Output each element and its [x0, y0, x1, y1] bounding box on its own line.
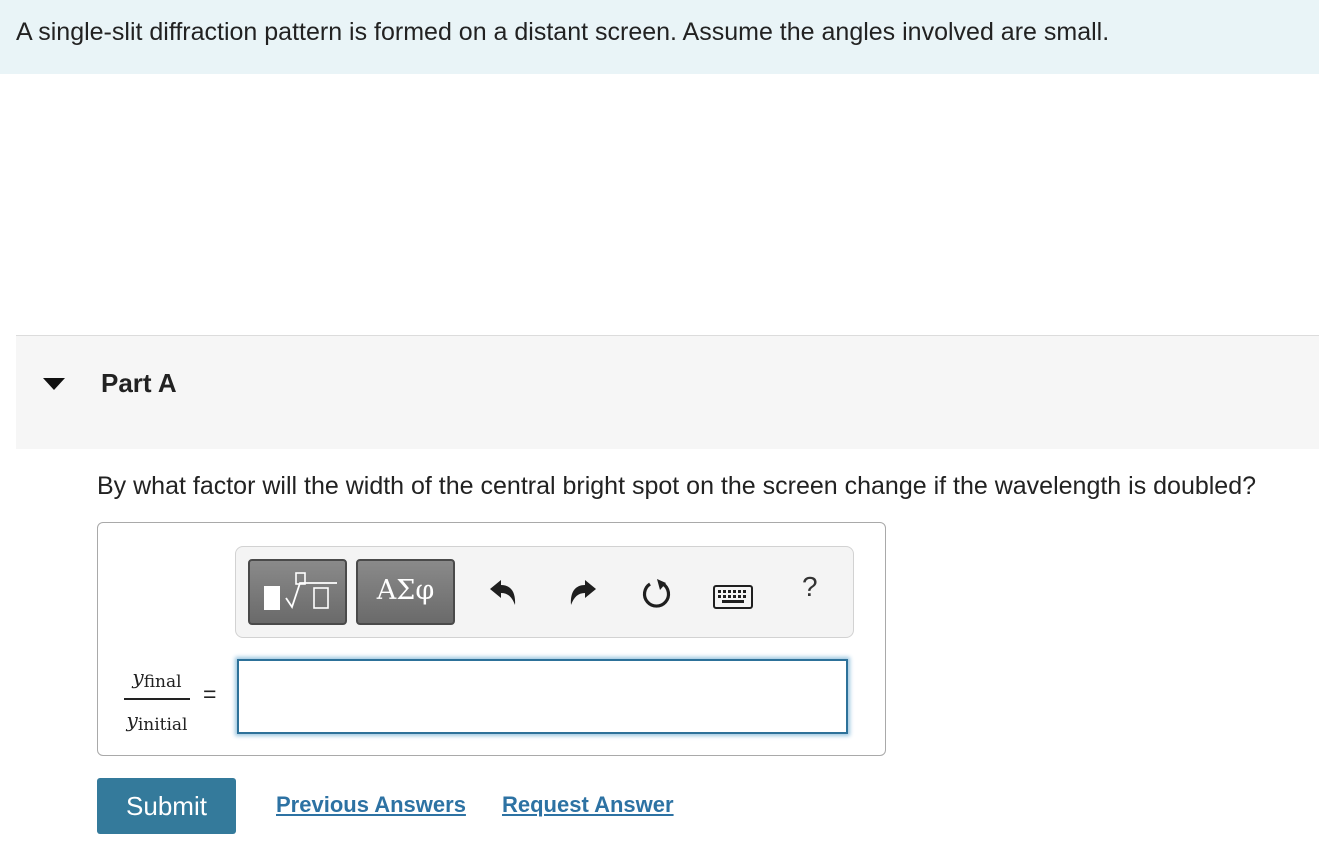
greek-letters-icon: ΑΣφ	[376, 575, 435, 606]
problem-statement: A single-slit diffraction pattern is for…	[16, 18, 1110, 46]
templates-button[interactable]	[248, 559, 347, 625]
fraction-numerator: yfinal	[132, 665, 182, 692]
request-answer-link[interactable]: Request Answer	[502, 792, 674, 818]
submit-button[interactable]: Submit	[97, 778, 236, 834]
equals-sign: =	[203, 681, 217, 707]
help-icon[interactable]: ?	[802, 571, 818, 603]
undo-icon[interactable]	[488, 577, 520, 609]
fraction-denominator: yinitial	[126, 708, 188, 735]
answer-label-fraction: yfinal yinitial	[122, 665, 192, 735]
answer-input[interactable]	[237, 659, 848, 734]
redo-icon[interactable]	[566, 577, 598, 609]
answer-container: ΑΣφ ? yfinal yinitial =	[97, 522, 886, 756]
previous-answers-link[interactable]: Previous Answers	[276, 792, 466, 818]
part-title: Part A	[101, 368, 177, 398]
collapse-caret-icon[interactable]	[43, 378, 65, 390]
problem-intro: A single-slit diffraction pattern is for…	[0, 0, 1319, 74]
fraction-bar	[124, 698, 190, 700]
templates-icon	[264, 572, 337, 610]
keyboard-icon[interactable]	[713, 585, 753, 609]
part-a-header[interactable]: Part A	[16, 335, 1319, 449]
math-toolbar: ΑΣφ ?	[235, 546, 854, 638]
question-text: By what factor will the width of the cen…	[97, 472, 1257, 500]
greek-letters-button[interactable]: ΑΣφ	[356, 559, 455, 625]
reset-icon[interactable]	[640, 577, 674, 611]
